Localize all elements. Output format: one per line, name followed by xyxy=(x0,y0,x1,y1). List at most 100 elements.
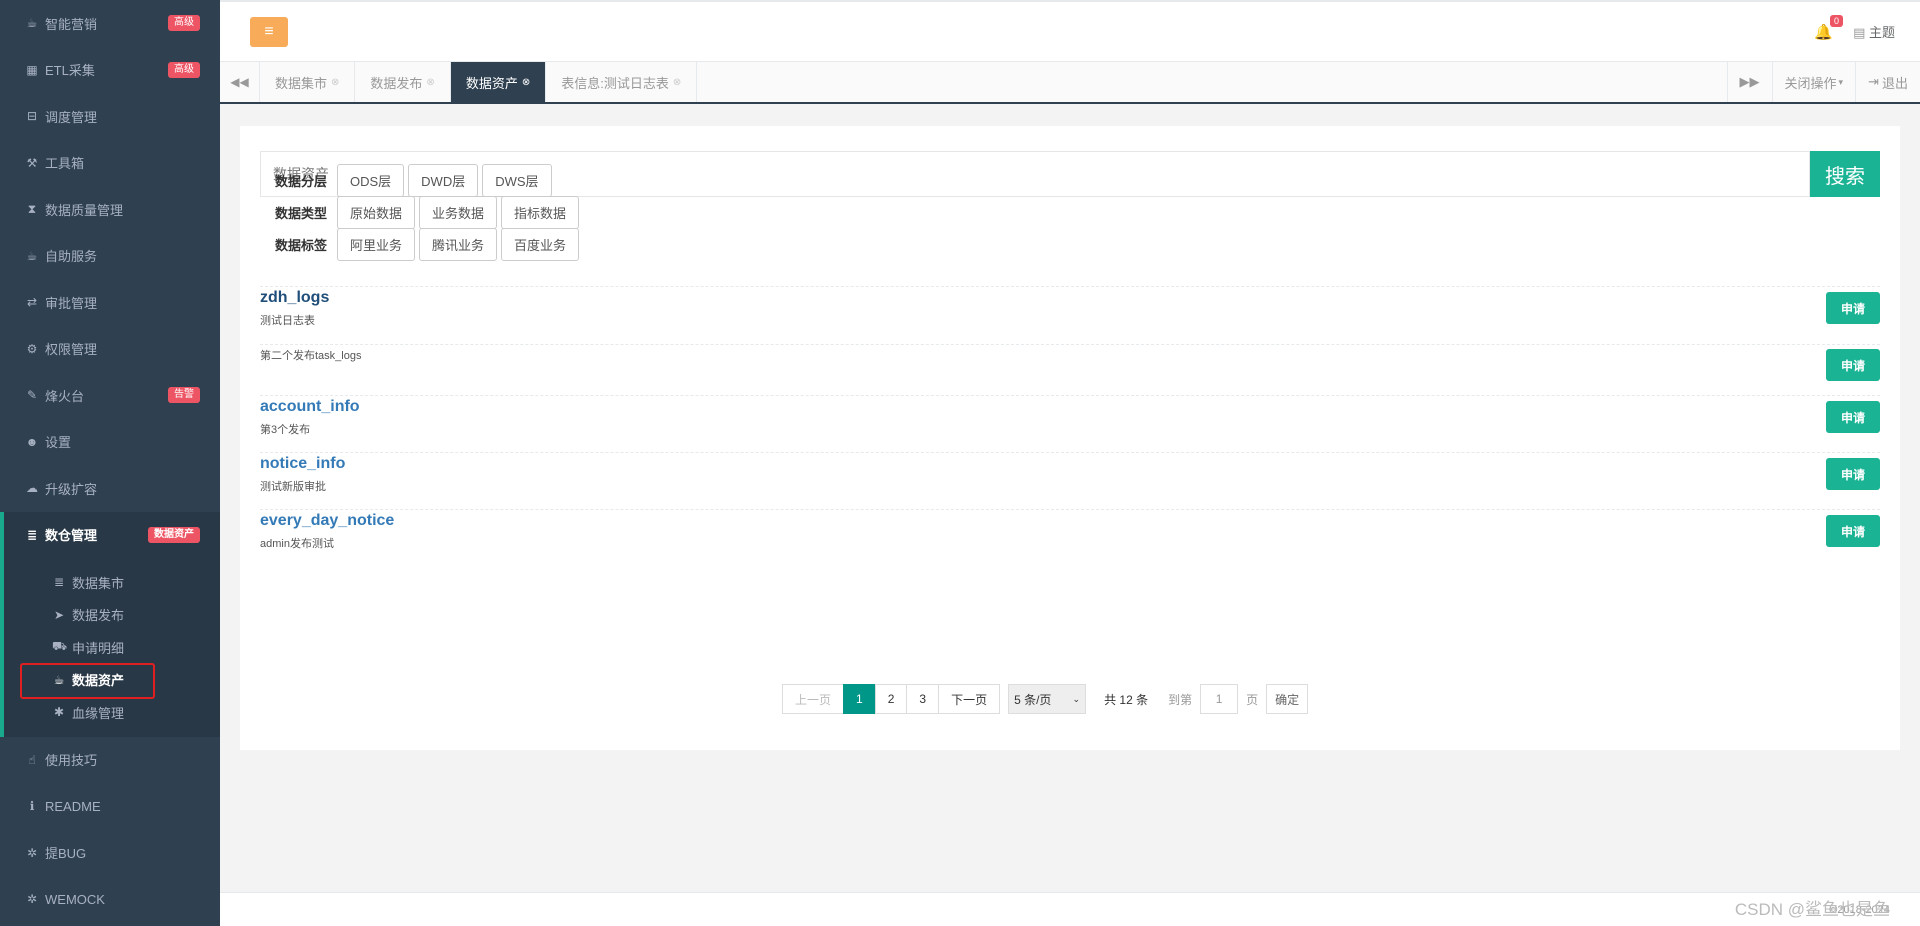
tab-1[interactable]: 数据发布 ⊗ xyxy=(355,62,451,102)
database-icon: ≣ xyxy=(53,575,65,590)
goto-page-input[interactable] xyxy=(1200,684,1239,714)
close-icon[interactable]: ⊗ xyxy=(522,77,530,88)
asterisk-icon: ✱ xyxy=(53,705,65,720)
cloud-icon: ☁ xyxy=(26,481,38,496)
sidebar-item-label: 智能营销 xyxy=(45,16,98,32)
tabs-scroll-right-button[interactable]: ▶▶ xyxy=(1726,62,1772,102)
asset-description: 第二个发布task_logs xyxy=(260,350,362,362)
sidebar-subitem-2[interactable]: ⛟ 申请明细 xyxy=(4,631,220,664)
sidebar-item-9[interactable]: ☻ 设置 xyxy=(0,419,220,466)
tabs-scroll-left-button[interactable]: ◀◀ xyxy=(220,62,260,102)
sidebar-item-10[interactable]: ☁ 升级扩容 xyxy=(0,465,220,512)
sidebar-item-label: 使用技巧 xyxy=(45,753,98,769)
filter-option-button[interactable]: 指标数据 xyxy=(501,196,580,229)
sidebar-bottom-item-1[interactable]: ℹ README xyxy=(0,783,220,830)
notification-button[interactable]: 🔔 0 xyxy=(1814,14,1844,41)
close-ops-label: 关闭操作 xyxy=(1784,75,1837,91)
next-page-button[interactable]: 下一页 xyxy=(938,684,1001,714)
sidebar-item-3[interactable]: ⚒ 工具箱 xyxy=(0,140,220,187)
asset-name-link[interactable]: zdh_logs xyxy=(260,289,1880,307)
asset-description: 测试新版审批 xyxy=(260,481,326,493)
close-icon[interactable]: ⊗ xyxy=(673,77,681,88)
close-icon[interactable]: ⊗ xyxy=(331,77,339,88)
truck-icon: ⛟ xyxy=(52,639,68,654)
asset-list-item: account_info 第3个发布 申请 xyxy=(260,395,1880,437)
asset-name-link[interactable]: account_info xyxy=(260,398,1880,416)
goto-confirm-button[interactable]: 确定 xyxy=(1266,684,1309,714)
backward-icon: ◀◀ xyxy=(230,75,249,89)
sidebar-item-4[interactable]: ⧗ 数据质量管理 xyxy=(0,186,220,233)
filter-option-button[interactable]: 阿里业务 xyxy=(337,228,416,261)
filter-option-button[interactable]: DWS层 xyxy=(482,164,552,197)
filter-option-button[interactable]: 百度业务 xyxy=(501,228,580,261)
sidebar-subitem-4[interactable]: ✱ 血缘管理 xyxy=(4,696,220,729)
tabs-bar: ◀◀ 数据集市 ⊗ 数据发布 ⊗ 数据资产 ⊗ 表信息:测试日志表 ⊗ ▶▶ 关闭操作 ▾ ⇥… xyxy=(220,62,1920,104)
filter-option-button[interactable]: 业务数据 xyxy=(419,196,498,229)
sidebar-item-label: 数据质量管理 xyxy=(45,202,124,218)
theme-label: 主题 xyxy=(1868,25,1895,40)
sidebar-item-label: 工具箱 xyxy=(45,156,85,172)
hourglass-icon: ⧗ xyxy=(27,201,37,216)
sidebar-bottom-item-3[interactable]: ✲ WEMOCK xyxy=(0,876,220,923)
page-size-select[interactable]: 5 条/页 ⌄ xyxy=(1008,684,1087,714)
prev-page-button[interactable]: 上一页 xyxy=(782,684,845,714)
top-header: ≡ 🔔 0 ▤ 主题 xyxy=(220,0,1920,62)
sidebar-bottom-item-0[interactable]: ☝ 使用技巧 xyxy=(0,737,220,784)
send-icon: ➤ xyxy=(53,607,65,622)
page-button-2[interactable]: 2 xyxy=(874,684,908,714)
apply-button[interactable]: 申请 xyxy=(1826,458,1880,490)
notification-count: 0 xyxy=(1830,14,1844,27)
close-ops-dropdown[interactable]: 关闭操作 ▾ xyxy=(1771,62,1856,102)
sidebar-badge: 高级 xyxy=(168,15,200,32)
apply-button[interactable]: 申请 xyxy=(1826,292,1880,324)
bug-icon: ✲ xyxy=(26,892,38,907)
sidebar-item-6[interactable]: ⇄ 审批管理 xyxy=(0,279,220,326)
hamburger-icon: ≡ xyxy=(264,23,274,40)
goto-label: 到第 xyxy=(1168,692,1193,707)
page-button-1[interactable]: 1 xyxy=(843,684,876,714)
filter-label: 数据分层 xyxy=(275,174,328,189)
asset-list-item: notice_info 测试新版审批 申请 xyxy=(260,452,1880,494)
sidebar-subitem-label: 申请明细 xyxy=(72,640,125,656)
sidebar-subitem-label: 数据集市 xyxy=(72,575,125,591)
sidebar-item-8[interactable]: ✎ 烽火台 告警 xyxy=(0,372,220,419)
asset-panel: 搜索 数据分层 ODS层DWD层DWS层数据类型原始数据业务数据指标数据数据标签阿… xyxy=(240,126,1900,750)
tab-0[interactable]: 数据集市 ⊗ xyxy=(260,62,356,102)
filter-option-button[interactable]: 原始数据 xyxy=(337,196,416,229)
sidebar-item-0[interactable]: ☕ 智能营销 高级 xyxy=(0,0,220,47)
page-size-value: 5 条/页 xyxy=(1014,692,1052,707)
exchange-icon: ⇄ xyxy=(26,295,38,310)
filter-row: 数据标签 阿里业务 腾讯业务 百度业务 xyxy=(275,228,580,261)
logout-button[interactable]: ⇥ 退出 xyxy=(1855,62,1920,102)
page-button-3[interactable]: 3 xyxy=(906,684,940,714)
filter-option-button[interactable]: DWD层 xyxy=(408,164,479,197)
sidebar-subitem-1[interactable]: ➤ 数据发布 xyxy=(4,599,220,632)
filter-option-button[interactable]: 腾讯业务 xyxy=(419,228,498,261)
filter-option-button[interactable]: ODS层 xyxy=(337,164,405,197)
search-button[interactable]: 搜索 xyxy=(1810,151,1880,197)
theme-button[interactable]: ▤ 主题 xyxy=(1853,22,1895,41)
sidebar-item-1[interactable]: ▦ ETL采集 高级 xyxy=(0,47,220,94)
pagination: 上一页 123 下一页 5 条/页 ⌄ 共 12 条 到第 页 确定 xyxy=(782,684,1309,714)
sidebar-item-2[interactable]: ⊟ 调度管理 xyxy=(0,93,220,140)
apply-button[interactable]: 申请 xyxy=(1826,515,1880,547)
close-icon[interactable]: ⊗ xyxy=(426,77,434,88)
asset-name-link[interactable]: every_day_notice xyxy=(260,512,1880,530)
tab-2[interactable]: 数据资产 ⊗ xyxy=(450,62,547,102)
filter-row: 数据类型 原始数据 业务数据 指标数据 xyxy=(275,196,580,229)
sidebar-item-label: 设置 xyxy=(45,435,72,451)
sidebar-item-5[interactable]: ☕ 自助服务 xyxy=(0,233,220,280)
sidebar-subitem-0[interactable]: ≣ 数据集市 xyxy=(4,566,220,599)
sidebar-bottom-item-2[interactable]: ✲ 提BUG xyxy=(0,830,220,877)
apply-button[interactable]: 申请 xyxy=(1826,349,1880,381)
asset-name-link[interactable]: notice_info xyxy=(260,455,1880,473)
sidebar-subitem-3[interactable]: ☕ 数据资产 xyxy=(4,664,220,697)
gavel-icon: ⚒ xyxy=(26,155,38,170)
forward-icon: ▶▶ xyxy=(1739,74,1760,89)
sidebar-item-7[interactable]: ⚙ 权限管理 xyxy=(0,326,220,373)
watermark: CSDN @鲨鱼也是鱼 xyxy=(1734,900,1890,919)
apply-button[interactable]: 申请 xyxy=(1826,401,1880,433)
tab-3[interactable]: 表信息:测试日志表 ⊗ xyxy=(546,62,698,102)
menu-toggle-button[interactable]: ≡ xyxy=(250,17,288,47)
sidebar-item-warehouse[interactable]: ≣ 数仓管理 数据资产 xyxy=(0,511,220,558)
